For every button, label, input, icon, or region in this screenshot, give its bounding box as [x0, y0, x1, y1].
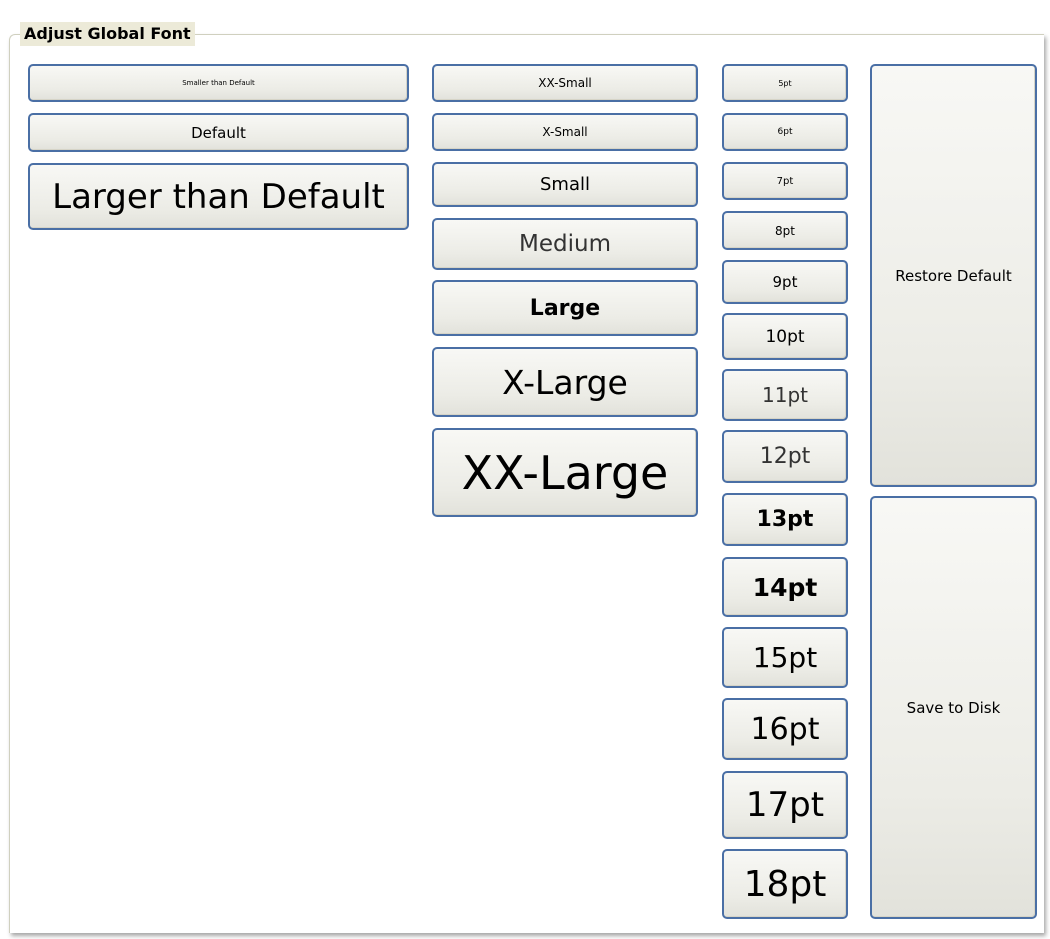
small-button[interactable]: Small [432, 162, 698, 207]
size-11pt-button[interactable]: 11pt [722, 369, 848, 421]
size-6pt-button[interactable]: 6pt [722, 113, 848, 151]
medium-button[interactable]: Medium [432, 218, 698, 270]
size-15pt-button[interactable]: 15pt [722, 627, 848, 688]
xx-large-button[interactable]: XX-Large [432, 428, 698, 517]
default-button[interactable]: Default [28, 113, 409, 152]
group-title: Adjust Global Font [20, 22, 195, 46]
larger-than-default-button[interactable]: Larger than Default [28, 163, 409, 230]
restore-default-button[interactable]: Restore Default [870, 64, 1037, 487]
smaller-than-default-button[interactable]: Smaller than Default [28, 64, 409, 102]
xx-small-button[interactable]: XX-Small [432, 64, 698, 102]
size-14pt-button[interactable]: 14pt [722, 557, 848, 617]
size-10pt-button[interactable]: 10pt [722, 313, 848, 360]
size-7pt-button[interactable]: 7pt [722, 162, 848, 200]
large-button[interactable]: Large [432, 280, 698, 336]
size-16pt-button[interactable]: 16pt [722, 698, 848, 760]
save-to-disk-button[interactable]: Save to Disk [870, 496, 1037, 919]
x-small-button[interactable]: X-Small [432, 113, 698, 151]
size-5pt-button[interactable]: 5pt [722, 64, 848, 102]
x-large-button[interactable]: X-Large [432, 347, 698, 417]
size-13pt-button[interactable]: 13pt [722, 493, 848, 546]
size-8pt-button[interactable]: 8pt [722, 211, 848, 250]
size-17pt-button[interactable]: 17pt [722, 771, 848, 839]
size-12pt-button[interactable]: 12pt [722, 430, 848, 483]
size-9pt-button[interactable]: 9pt [722, 260, 848, 304]
size-18pt-button[interactable]: 18pt [722, 849, 848, 919]
